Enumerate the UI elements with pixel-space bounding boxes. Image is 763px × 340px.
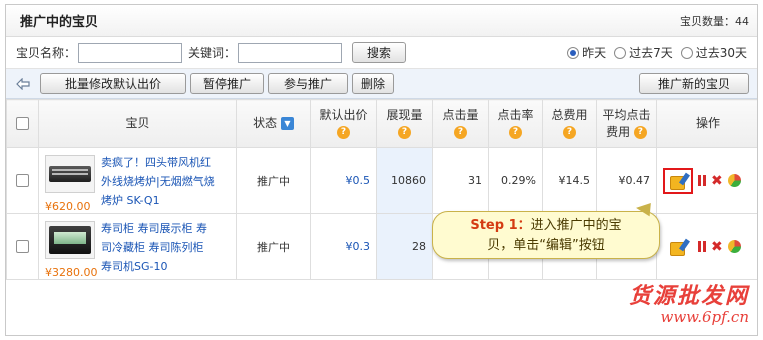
- ctr-value: 0.29%: [488, 147, 543, 214]
- batch-edit-bid-button[interactable]: 批量修改默认出价: [40, 73, 186, 94]
- col-default-bid: 默认出价?: [310, 99, 377, 148]
- watermark-line-1: 货源批发网: [628, 283, 749, 309]
- product-title-line: 寿司机SG-10: [101, 259, 168, 273]
- clicks-value: 31: [432, 147, 489, 214]
- range-7-days[interactable]: 过去7天: [614, 44, 673, 61]
- help-icon[interactable]: ?: [454, 125, 467, 139]
- range-yesterday[interactable]: 昨天: [567, 44, 606, 61]
- callout-text-2: 贝，单击“编辑”按钮: [487, 238, 605, 253]
- impressions-value: 10860: [376, 147, 433, 214]
- delete-button[interactable]: 删除: [352, 73, 394, 94]
- item-cell: 卖疯了！四头带风机红 外线烧烤炉|无烟燃气烧 烤炉 SK-Q1 ¥620.00: [38, 147, 237, 214]
- keyword-input[interactable]: [238, 42, 343, 63]
- status-cell: 推广中: [236, 147, 311, 214]
- radio-icon: [680, 46, 693, 59]
- panel-header: 推广中的宝贝 宝贝数量：44: [6, 5, 757, 37]
- item-count: 宝贝数量：44: [680, 14, 749, 28]
- row-select-cell: [6, 213, 39, 280]
- col-clicks-label: 点击量: [442, 107, 479, 122]
- callout-step: Step 1：: [470, 218, 531, 233]
- col-clicks: 点击量?: [432, 99, 489, 148]
- col-impressions: 展现量?: [376, 99, 433, 148]
- col-avg-cpc-label-2: 费用: [606, 124, 631, 139]
- page-title: 推广中的宝贝: [20, 15, 99, 30]
- step-callout: Step 1：进入推广中的宝 贝，单击“编辑”按钮: [432, 211, 660, 259]
- col-avg-cpc-label: 平均点击: [602, 107, 651, 122]
- actions-cell: ✖: [656, 147, 757, 214]
- edit-icon: [669, 173, 687, 190]
- actions-cell: ✖: [656, 213, 757, 280]
- range-label: 昨天: [582, 46, 607, 60]
- col-cost-label: 总费用: [551, 107, 588, 122]
- product-thumbnail[interactable]: [45, 154, 95, 193]
- date-range-options: 昨天 过去7天 过去30天: [567, 44, 747, 61]
- product-title-link[interactable]: 卖疯了！四头带风机红 外线烧烤炉|无烟燃气烧 烤炉 SK-Q1: [101, 153, 215, 207]
- help-icon[interactable]: ?: [337, 125, 350, 139]
- item-name-label: 宝贝名称：: [16, 46, 77, 60]
- cost-value: ¥14.5: [542, 147, 597, 214]
- col-impressions-label: 展现量: [386, 107, 423, 122]
- col-status-label: 状态: [253, 116, 278, 130]
- pause-promotion-button[interactable]: 暂停推广: [190, 73, 264, 94]
- col-total-cost: 总费用?: [542, 99, 597, 148]
- range-label: 过去30天: [695, 46, 747, 60]
- select-all-cell: [6, 99, 39, 148]
- edit-button[interactable]: [663, 167, 693, 194]
- watermark-line-2: www.6pf.cn: [660, 308, 750, 326]
- row-checkbox[interactable]: [16, 240, 29, 253]
- edit-button[interactable]: [663, 234, 693, 260]
- keyword-label: 关键词：: [188, 46, 237, 60]
- col-bid-label: 默认出价: [319, 107, 368, 122]
- watermark: 货源批发网 www.6pf.cn: [629, 278, 749, 326]
- search-bar: 宝贝名称： 关键词： 搜索 昨天 过去7天 过去30天: [6, 37, 757, 69]
- product-title-line: 寿司柜 寿司展示柜 寿: [101, 221, 207, 235]
- callout-text: 进入推广中的宝: [530, 218, 622, 233]
- range-label: 过去7天: [629, 46, 673, 60]
- help-icon[interactable]: ?: [563, 125, 576, 139]
- help-icon[interactable]: ?: [509, 125, 522, 139]
- product-title-line: 司冷藏柜 寿司陈列柜: [101, 240, 204, 254]
- row-select-cell: [6, 147, 39, 214]
- col-ctr: 点击率?: [488, 99, 543, 148]
- item-cell: 寿司柜 寿司展示柜 寿 司冷藏柜 寿司陈列柜 寿司机SG-10 ¥3280.00: [38, 213, 237, 280]
- action-toolbar: 批量修改默认出价 暂停推广 参与推广 删除 推广新的宝贝: [6, 69, 757, 99]
- product-title-link[interactable]: 寿司柜 寿司展示柜 寿 司冷藏柜 寿司陈列柜 寿司机SG-10: [101, 219, 207, 273]
- promote-new-item-button[interactable]: 推广新的宝贝: [639, 73, 749, 94]
- join-promotion-button[interactable]: 参与推广: [268, 73, 348, 94]
- product-title-line: 烤炉 SK-Q1: [101, 193, 160, 207]
- impressions-value: 28: [376, 213, 433, 280]
- default-bid-value[interactable]: ¥0.5: [310, 147, 377, 214]
- radio-icon: [614, 46, 627, 59]
- col-actions: 操作: [656, 99, 757, 148]
- help-icon[interactable]: ?: [633, 125, 647, 139]
- edit-icon: [669, 239, 687, 256]
- search-button[interactable]: 搜索: [352, 42, 407, 63]
- product-title-line: 外线烧烤炉|无烟燃气烧: [101, 174, 215, 188]
- pause-icon[interactable]: [698, 175, 706, 186]
- delete-icon[interactable]: ✖: [711, 174, 723, 188]
- report-chart-icon[interactable]: [727, 174, 741, 187]
- radio-selected-icon: [567, 46, 580, 59]
- row-checkbox[interactable]: [16, 174, 29, 187]
- product-thumbnail[interactable]: [45, 220, 95, 259]
- col-avg-cpc: 平均点击费用 ?: [596, 99, 657, 148]
- pause-icon[interactable]: [698, 241, 706, 252]
- delete-icon[interactable]: ✖: [711, 240, 723, 254]
- col-item: 宝贝: [38, 99, 237, 148]
- table-header-row: 宝贝 状态 ▼ 默认出价? 展现量? 点击量? 点击率? 总费用? 平均点击费用…: [6, 99, 757, 148]
- select-all-checkbox[interactable]: [16, 117, 29, 130]
- range-30-days[interactable]: 过去30天: [680, 44, 747, 61]
- product-title-line: 卖疯了！四头带风机红: [101, 155, 211, 169]
- dropdown-icon[interactable]: ▼: [280, 117, 294, 130]
- default-bid-value[interactable]: ¥0.3: [310, 213, 377, 280]
- status-cell: 推广中: [236, 213, 311, 280]
- item-name-input[interactable]: [78, 42, 183, 63]
- help-icon[interactable]: ?: [398, 125, 411, 139]
- col-status[interactable]: 状态 ▼: [236, 99, 311, 148]
- arrow-icon: [16, 77, 30, 90]
- col-ctr-label: 点击率: [497, 107, 534, 122]
- report-chart-icon[interactable]: [727, 240, 741, 253]
